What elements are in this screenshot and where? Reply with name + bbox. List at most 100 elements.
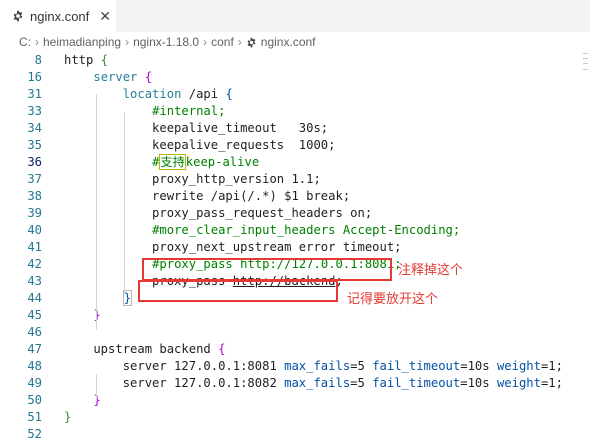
- editor-tab[interactable]: nginx.conf ✕: [0, 0, 116, 32]
- code-token: =5: [350, 359, 373, 373]
- chevron-right-icon: ›: [203, 35, 208, 49]
- code-token: proxy_next_upstream error timeout;: [64, 240, 402, 254]
- code-line[interactable]: 45 }: [0, 307, 590, 324]
- line-number: 34: [27, 121, 42, 135]
- code-token: {: [225, 87, 233, 101]
- highlight-box-comment-out: [142, 258, 392, 281]
- code-text: proxy_next_upstream error timeout;: [64, 239, 402, 256]
- code-line[interactable]: 36 #支持keep-alive: [0, 154, 590, 171]
- code-line[interactable]: 8 http {: [0, 52, 590, 69]
- code-line[interactable]: 48 server 127.0.0.1:8081 max_fails=5 fai…: [0, 358, 590, 375]
- code-token: keep-alive: [185, 155, 260, 169]
- line-number: 49: [27, 376, 42, 390]
- code-line[interactable]: 51}: [0, 409, 590, 426]
- code-token: #internal;: [152, 104, 226, 118]
- highlight-box-uncomment: [138, 280, 338, 302]
- code-text: keepalive_requests 1000;: [64, 137, 335, 154]
- code-line[interactable]: 16 server {: [0, 69, 590, 86]
- code-line[interactable]: 37 proxy_http_version 1.1;: [0, 171, 590, 188]
- code-token: /api: [181, 87, 226, 101]
- chevron-right-icon: ›: [35, 35, 39, 49]
- minimap-mark: [583, 69, 588, 70]
- breadcrumb-item-drive[interactable]: C:: [19, 35, 31, 49]
- line-number: 31: [27, 87, 42, 101]
- code-token: proxy_http_version 1.1;: [64, 172, 321, 186]
- line-number: 38: [27, 189, 42, 203]
- code-text: server 127.0.0.1:8081 max_fails=5 fail_t…: [64, 358, 563, 375]
- annotation-uncomment: 记得要放开这个: [347, 291, 439, 306]
- code-line[interactable]: 33 #internal;: [0, 103, 590, 120]
- code-token: 支持: [159, 154, 186, 170]
- indent-guide: [96, 374, 97, 400]
- code-token: =10s: [460, 359, 497, 373]
- code-line[interactable]: 46: [0, 324, 590, 341]
- code-token: keepalive_timeout 30s;: [64, 121, 329, 135]
- line-number: 42: [27, 257, 42, 271]
- tab-title: nginx.conf: [30, 8, 90, 24]
- code-token: rewrite /api(/.*) $1 break;: [64, 189, 351, 203]
- code-line[interactable]: 39 proxy_pass_request_headers on;: [0, 205, 590, 222]
- annotation-comment-out: 注释掉这个: [398, 262, 464, 277]
- code-line[interactable]: 38 rewrite /api(/.*) $1 break;: [0, 188, 590, 205]
- line-number: 44: [27, 291, 42, 305]
- line-number: 8: [34, 53, 42, 67]
- code-text: }: [64, 409, 71, 426]
- code-token: =10s: [460, 376, 497, 390]
- line-number: 46: [27, 325, 42, 339]
- code-token: weight: [496, 376, 541, 390]
- code-text: server 127.0.0.1:8082 max_fails=5 fail_t…: [64, 375, 563, 392]
- breadcrumb-file-label: nginx.conf: [260, 35, 316, 49]
- code-text: rewrite /api(/.*) $1 break;: [64, 188, 350, 205]
- code-line[interactable]: 52: [0, 426, 590, 443]
- code-token: =5: [350, 376, 373, 390]
- code-token: server 127.0.0.1:8081: [64, 359, 285, 373]
- line-number: 33: [27, 104, 42, 118]
- code-text: location /api {: [64, 86, 233, 103]
- line-number: 50: [27, 393, 42, 407]
- code-token: max_fails: [284, 359, 351, 373]
- code-line[interactable]: 49 server 127.0.0.1:8082 max_fails=5 fai…: [0, 375, 590, 392]
- code-token: }: [93, 308, 101, 322]
- code-line[interactable]: 35 keepalive_requests 1000;: [0, 137, 590, 154]
- code-token: {: [218, 342, 226, 356]
- code-line[interactable]: 31 location /api {: [0, 86, 590, 103]
- code-token: {: [100, 53, 109, 67]
- code-editor[interactable]: 52 51} 50 } 49 server 127.0.0.1:8082 max_fa…: [0, 52, 590, 445]
- line-number: 40: [27, 223, 42, 237]
- code-token: }: [93, 393, 101, 407]
- line-number: 45: [27, 308, 42, 322]
- code-token: weight: [496, 359, 541, 373]
- code-line[interactable]: 50 }: [0, 392, 590, 409]
- indent-guide: [96, 94, 97, 330]
- code-token: }: [64, 410, 72, 424]
- code-text: keepalive_timeout 30s;: [64, 120, 328, 137]
- tab-bar: nginx.conf ✕: [0, 0, 590, 32]
- code-line[interactable]: 41 proxy_next_upstream error timeout;: [0, 239, 590, 256]
- breadcrumb-item-conf[interactable]: conf: [211, 35, 234, 49]
- close-icon[interactable]: ✕: [99, 8, 111, 25]
- breadcrumb-item-heimadianping[interactable]: heimadianping: [43, 35, 121, 49]
- breadcrumb-item-file[interactable]: nginx.conf: [246, 35, 316, 49]
- code-token: http: [64, 53, 101, 67]
- code-text: proxy_pass_request_headers on;: [64, 205, 372, 222]
- code-line[interactable]: 47 upstream backend {: [0, 341, 590, 358]
- line-number: 39: [27, 206, 42, 220]
- code-line[interactable]: 40 #more_clear_input_headers Accept-Enco…: [0, 222, 590, 239]
- code-token: =1;: [540, 376, 563, 390]
- line-number: 47: [27, 342, 42, 356]
- line-number: 43: [27, 274, 42, 288]
- breadcrumb-item-nginx-dir[interactable]: nginx-1.18.0: [133, 35, 199, 49]
- code-token: #more_clear_input_headers Accept-Encodin…: [152, 223, 461, 237]
- indent-guide: [124, 112, 125, 294]
- code-text: server {: [64, 69, 152, 86]
- code-token: fail_timeout: [372, 376, 461, 390]
- code-line[interactable]: 34 keepalive_timeout 30s;: [0, 120, 590, 137]
- line-number: 35: [27, 138, 42, 152]
- code-text: upstream backend {: [64, 341, 225, 358]
- line-number: 52: [27, 427, 42, 441]
- code-text: http {: [64, 52, 108, 69]
- code-token: {: [144, 70, 153, 84]
